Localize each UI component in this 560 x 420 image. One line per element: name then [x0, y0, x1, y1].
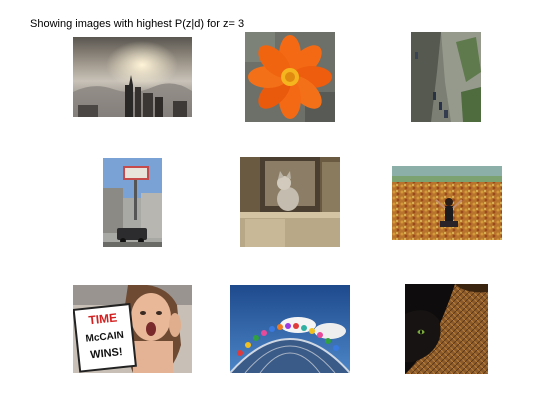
thumbnail-street-billboard [103, 158, 162, 247]
thumbnail-orange-flower [245, 32, 335, 122]
thumbnail-autumn-field [392, 166, 502, 240]
figure-title: Showing images with highest P(z|d) for z… [30, 18, 245, 30]
thumbnail-black-cat [405, 284, 488, 374]
sign-text-line1: TIME [88, 310, 118, 327]
thumbnail-dome-figures [230, 285, 350, 373]
thumbnail-cat-windowsill [240, 157, 340, 247]
thumbnail-foggy-city [73, 37, 192, 117]
thumbnail-rocky-cliff [411, 32, 481, 122]
thumbnail-mccain-sign: TIME McCAIN WINS! [73, 285, 192, 373]
